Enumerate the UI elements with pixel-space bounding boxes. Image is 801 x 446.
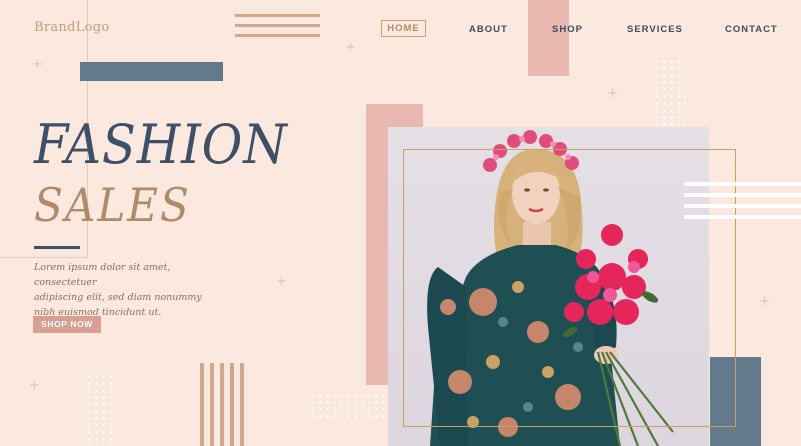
- decorative-dot-grid: [86, 373, 114, 446]
- plus-icon: +: [32, 57, 43, 72]
- decorative-stripe: [235, 14, 320, 17]
- nav-item-shop[interactable]: SHOP: [552, 24, 583, 35]
- hero-title-line2: SALES: [34, 178, 191, 232]
- decorative-white-line: [684, 193, 801, 197]
- nav-item-home[interactable]: HOME: [381, 20, 426, 37]
- decorative-vertical-stripe: [200, 363, 204, 446]
- decorative-white-line: [684, 182, 801, 186]
- hero-description-line: adipiscing elit, sed diam nonummy: [34, 292, 202, 303]
- nav-item-about[interactable]: ABOUT: [469, 24, 508, 35]
- nav-item-contact[interactable]: CONTACT: [725, 24, 778, 35]
- decorative-vertical-stripe: [210, 363, 214, 446]
- decorative-stripe: [235, 24, 320, 27]
- hero-title-line1: FASHION: [34, 113, 288, 176]
- plus-icon: +: [29, 378, 40, 393]
- decorative-pink-bar: [528, 0, 569, 76]
- nav-item-services[interactable]: SERVICES: [627, 24, 683, 35]
- title-underline: [34, 246, 80, 249]
- plus-icon: +: [345, 40, 356, 55]
- brand-logo[interactable]: BrandLogo: [34, 20, 110, 35]
- decorative-vertical-stripe: [220, 363, 224, 446]
- decorative-white-line: [684, 204, 801, 208]
- decorative-white-line: [684, 215, 801, 219]
- shop-now-button[interactable]: SHOP NOW: [33, 316, 101, 333]
- plus-icon: +: [276, 274, 287, 289]
- decorative-vertical-stripe: [230, 363, 234, 446]
- gold-frame: [403, 149, 736, 427]
- hero-description: Lorem ipsum dolor sit amet, consectetuer…: [34, 260, 224, 320]
- plus-icon: +: [759, 294, 770, 309]
- hero-description-line: Lorem ipsum dolor sit amet, consectetuer: [34, 262, 171, 288]
- decorative-slate-bar: [80, 62, 223, 81]
- plus-icon: +: [607, 86, 618, 101]
- decorative-vertical-stripe: [240, 363, 244, 446]
- decorative-stripe: [235, 34, 320, 37]
